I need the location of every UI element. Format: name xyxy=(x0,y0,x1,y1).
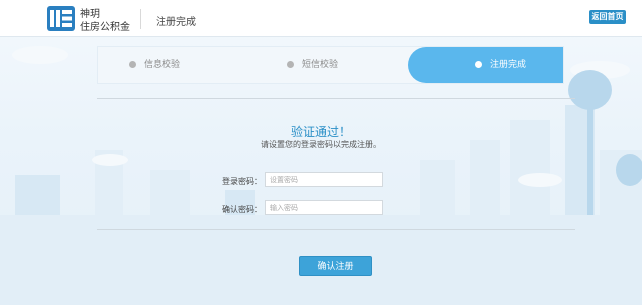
top-header: 神玥 住房公积金 注册完成 返回首页 xyxy=(0,0,642,37)
confirm-registration-button[interactable]: 确认注册 xyxy=(299,256,372,276)
step-info-verification: 信息校验 xyxy=(129,59,180,71)
back-to-home-button[interactable]: 返回首页 xyxy=(589,10,626,24)
registration-progress-steps: 信息校验 短信校验 注册完成 xyxy=(97,46,564,84)
confirm-password-label: 确认密码： xyxy=(222,205,262,214)
section-divider xyxy=(97,98,575,99)
step-registration-complete: 注册完成 xyxy=(475,59,526,71)
set-password-instruction: 请设置您的登录密码以完成注册。 xyxy=(261,140,381,149)
page-title: 注册完成 xyxy=(156,17,196,28)
step-label: 信息校验 xyxy=(144,60,181,70)
step-label: 短信校验 xyxy=(302,60,339,70)
brand-subtitle: 住房公积金 xyxy=(80,22,130,33)
confirm-password-input[interactable] xyxy=(265,200,383,215)
housing-fund-logo-icon xyxy=(47,6,75,31)
login-password-input[interactable] xyxy=(265,172,383,187)
verification-success-title: 验证通过！ xyxy=(290,125,351,139)
step-sms-verification: 短信校验 xyxy=(287,59,338,71)
form-divider xyxy=(97,229,575,230)
step-dot-icon xyxy=(287,60,294,68)
login-password-label: 登录密码： xyxy=(222,177,262,186)
step-dot-icon xyxy=(475,60,482,68)
step-label: 注册完成 xyxy=(490,60,527,70)
header-divider xyxy=(140,9,141,29)
step-dot-icon xyxy=(129,60,136,68)
